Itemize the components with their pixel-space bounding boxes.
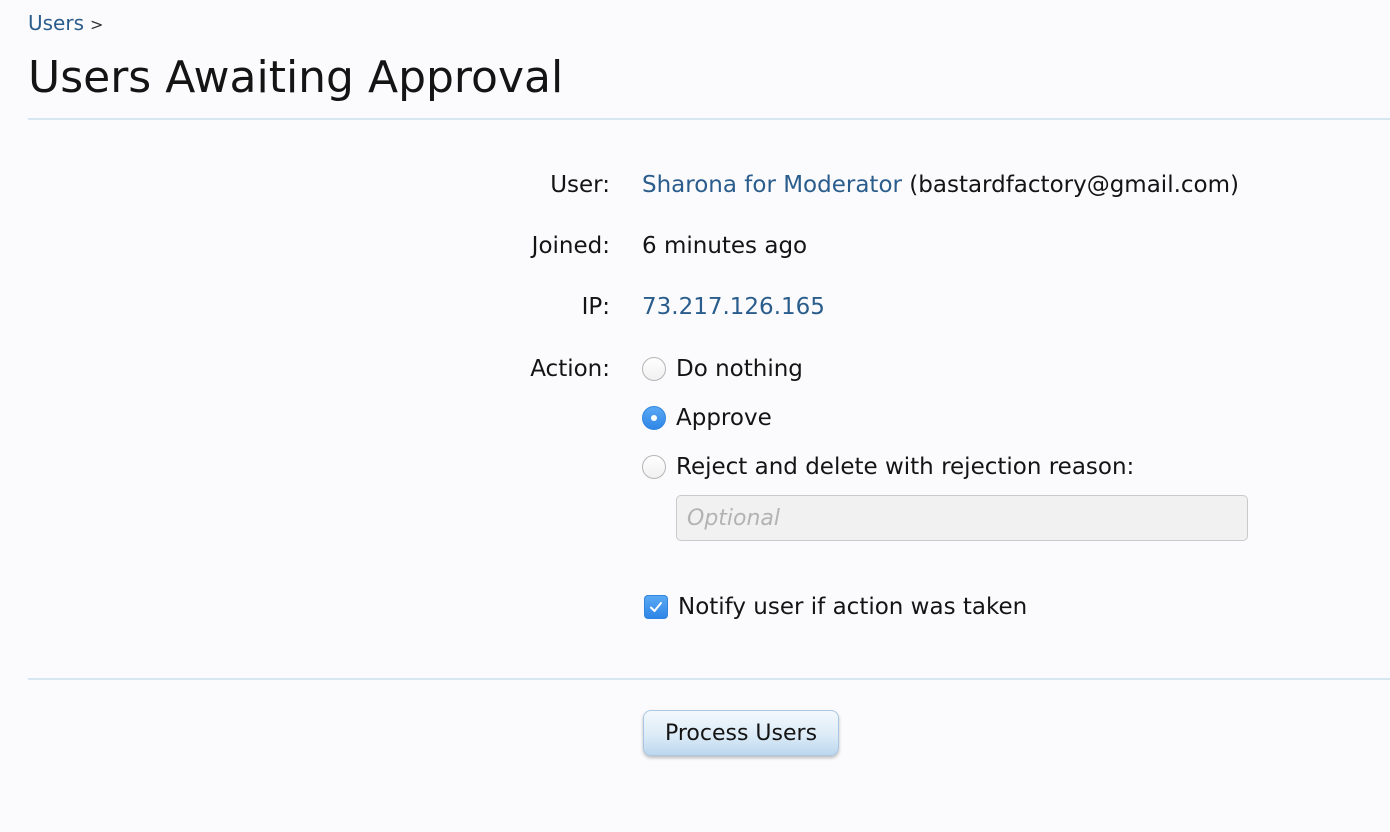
radio-do-nothing-label: Do nothing [676, 356, 803, 382]
notify-label: Notify user if action was taken [678, 594, 1028, 620]
user-value: Sharona for Moderator (bastardfactory@gm… [642, 170, 1239, 200]
header-divider [28, 118, 1390, 120]
joined-value: 6 minutes ago [642, 233, 808, 259]
joined-label: Joined: [531, 233, 610, 259]
notify-option[interactable]: Notify user if action was taken [644, 592, 1027, 622]
footer-divider [28, 678, 1390, 680]
checkmark-icon [650, 602, 662, 612]
user-email: (bastardfactory@gmail.com) [909, 172, 1239, 198]
user-label: User: [550, 172, 610, 198]
breadcrumb-separator: > [90, 15, 104, 34]
page-title: Users Awaiting Approval [28, 52, 564, 103]
notify-checkbox[interactable] [644, 595, 668, 619]
process-users-button[interactable]: Process Users [643, 710, 839, 756]
radio-option-do-nothing[interactable]: Do nothing [642, 354, 803, 384]
username-link[interactable]: Sharona for Moderator [642, 172, 902, 198]
breadcrumb-users-link[interactable]: Users [28, 11, 84, 35]
ip-value: 73.217.126.165 [642, 292, 825, 322]
rejection-reason-input[interactable] [676, 495, 1248, 541]
radio-option-reject[interactable]: Reject and delete with rejection reason: [642, 452, 1134, 482]
ip-link[interactable]: 73.217.126.165 [642, 294, 825, 320]
radio-option-approve[interactable]: Approve [642, 403, 772, 433]
ip-label: IP: [581, 294, 610, 320]
radio-reject[interactable] [642, 455, 666, 479]
radio-approve[interactable] [642, 406, 666, 430]
breadcrumb: Users > [28, 10, 103, 38]
radio-approve-label: Approve [676, 405, 772, 431]
radio-reject-label: Reject and delete with rejection reason: [676, 454, 1135, 480]
page: Users > Users Awaiting Approval User: Sha… [0, 0, 1390, 832]
radio-do-nothing[interactable] [642, 357, 666, 381]
action-label: Action: [530, 356, 610, 382]
